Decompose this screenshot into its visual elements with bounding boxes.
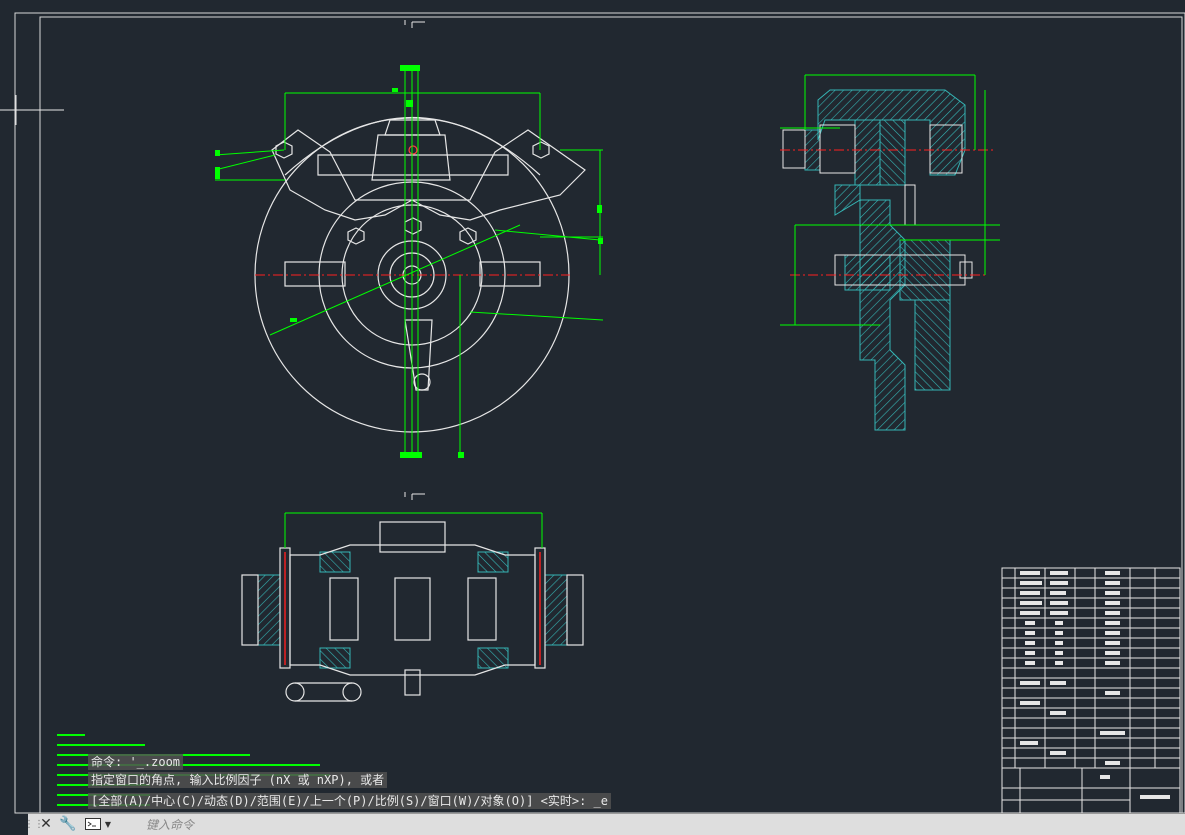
sheet-border: [14, 12, 1185, 814]
drag-grip-icon[interactable]: ⋮⋮: [24, 815, 44, 833]
front-view-dimension-text: [215, 65, 603, 458]
customize-wrench-icon[interactable]: 🔧: [59, 815, 77, 833]
dropdown-arrow-icon[interactable]: ▼: [103, 815, 113, 833]
crosshair-cursor: [0, 95, 64, 125]
command-line-bar[interactable]: ⋮⋮ ✕ 🔧 ▼: [24, 813, 1185, 835]
command-history-line-3: [全部(A)/中心(C)/动态(D)/范围(E)/上一个(P)/比例(S)/窗口…: [88, 793, 611, 809]
view-labels: [404, 20, 425, 500]
command-prompt-icon[interactable]: [84, 815, 102, 833]
command-input[interactable]: [144, 815, 1048, 835]
drawing-canvas[interactable]: [0, 0, 1185, 834]
close-icon[interactable]: ✕: [39, 815, 53, 833]
front-view-dimensions: [214, 70, 604, 455]
command-history-line-1: 命令: '_.zoom: [88, 754, 184, 770]
top-view[interactable]: [241, 512, 584, 702]
side-section-view[interactable]: [780, 74, 1000, 431]
command-history-line-2: 指定窗口的角点, 输入比例因子 (nX 或 nXP), 或者: [88, 772, 388, 788]
